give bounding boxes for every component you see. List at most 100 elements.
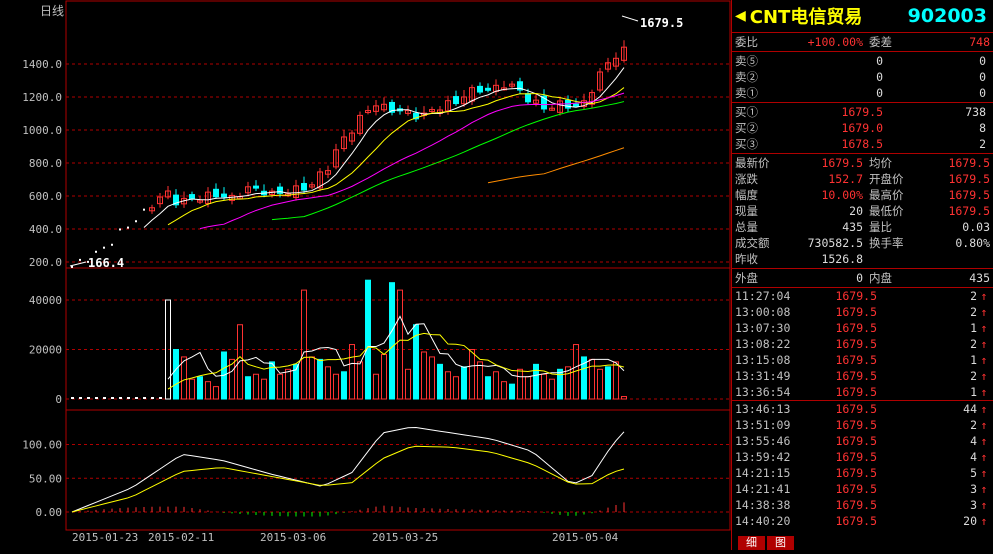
volume-bar[interactable] [341,371,347,400]
candle[interactable] [111,243,113,246]
volume-bar[interactable] [127,397,130,399]
volume-bar[interactable] [453,376,459,400]
volume-bar[interactable] [103,397,106,399]
volume-bar[interactable] [613,361,619,400]
volume-bar[interactable] [95,397,98,399]
candle[interactable] [135,220,137,223]
prev-stock-arrow-icon[interactable]: ◀ [735,8,746,24]
candle[interactable] [213,188,219,198]
volume-bar[interactable] [493,371,499,400]
volume-bar[interactable] [189,378,195,400]
tick-row[interactable]: 13:08:22 1679.5 2 ↑ [732,336,993,352]
volume-bar[interactable] [151,397,154,399]
volume-bar[interactable] [205,381,211,400]
volume-bar[interactable] [245,376,251,400]
volume-bar[interactable] [437,363,443,400]
tick-row[interactable]: 13:15:08 1679.5 1 ↑ [732,352,993,368]
volume-bar[interactable] [501,381,507,400]
volume-bar[interactable] [197,376,203,400]
volume-bar[interactable] [485,376,491,400]
volume-bar[interactable] [253,373,259,400]
tick-row[interactable]: 13:00:08 1679.5 2 ↑ [732,304,993,320]
tick-row[interactable]: 13:59:42 1679.5 4 ↑ [732,449,993,465]
volume-bar[interactable] [589,358,595,400]
volume-bar[interactable] [301,289,307,400]
volume-bar[interactable] [405,368,411,400]
tick-row[interactable]: 14:40:20 1679.5 20 ↑ [732,513,993,529]
candle[interactable] [119,228,121,231]
volume-bar[interactable] [213,386,219,400]
volume-bar[interactable] [159,397,162,399]
volume-bar[interactable] [317,358,323,400]
volume-bar[interactable] [119,397,122,399]
volume-bar[interactable] [469,349,475,400]
volume-bar[interactable] [349,344,355,400]
volume-bar[interactable] [333,373,339,400]
bid-row-3[interactable]: 买③ 1678.5 2 [732,136,993,152]
volume-bar[interactable] [79,397,82,399]
ask-row-1[interactable]: 卖① 0 0 [732,85,993,101]
ask-row-2[interactable]: 卖② 0 0 [732,69,993,85]
volume-bar[interactable] [277,373,283,400]
volume-bar[interactable] [397,289,403,400]
volume-bar[interactable] [597,368,603,400]
volume-bar[interactable] [517,368,523,400]
candlestick-series[interactable] [71,40,627,268]
tick-row[interactable]: 13:46:13 1679.5 44 ↑ [732,401,993,417]
volume-bar[interactable] [445,371,451,400]
tick-row[interactable]: 11:27:04 1679.5 2 ↑ [732,288,993,304]
volume-bar[interactable] [261,378,267,400]
kline-chart-svg[interactable]: 1400.0 1200.0 1000.0 800.0 600.0 400.0 200.0 40… [0,0,731,550]
volume-bar[interactable] [381,353,387,400]
volume-bar[interactable] [389,282,395,400]
volume-bar[interactable] [621,396,627,400]
candle[interactable] [485,87,491,91]
volume-bar[interactable] [309,356,315,400]
volume-bar[interactable] [421,351,427,400]
candle[interactable] [95,250,97,253]
candle[interactable] [103,246,105,249]
volume-bar[interactable] [533,363,539,400]
volume-bar[interactable] [173,349,179,400]
volume-bar[interactable] [541,373,547,400]
volume-bar[interactable] [557,368,563,400]
candle[interactable] [301,183,307,191]
tick-row[interactable]: 13:55:46 1679.5 4 ↑ [732,433,993,449]
kline-chart-area[interactable]: 1400.0 1200.0 1000.0 800.0 600.0 400.0 200.0 40… [0,0,731,550]
volume-bar[interactable] [285,368,291,400]
candle[interactable] [127,226,129,229]
tick-row[interactable]: 13:07:30 1679.5 1 ↑ [732,320,993,336]
candle[interactable] [453,96,459,105]
volume-bar[interactable] [237,324,243,400]
volume-bar[interactable] [135,397,138,399]
volume-bar[interactable] [87,397,90,399]
tick-row[interactable]: 14:38:38 1679.5 3 ↑ [732,497,993,513]
candle[interactable] [525,93,531,103]
volume-bar[interactable] [549,378,555,400]
volume-bar[interactable] [525,376,531,400]
volume-bar[interactable] [325,366,331,400]
tick-row[interactable]: 13:36:54 1679.5 1 ↑ [732,384,993,401]
candle[interactable] [573,103,579,107]
candle[interactable] [221,193,227,198]
volume-bar[interactable] [461,366,467,400]
volume-bar[interactable] [605,366,611,400]
bid-row-2[interactable]: 买② 1679.0 8 [732,120,993,136]
tick-row[interactable]: 14:21:15 1679.5 5 ↑ [732,465,993,481]
volume-bar[interactable] [71,397,74,399]
volume-bar[interactable] [373,373,379,400]
tick-row[interactable]: 13:31:49 1679.5 2 ↑ [732,368,993,384]
tab-chart[interactable]: 图 [767,536,794,550]
period-label[interactable]: 日线 [40,4,64,18]
ask-row-5[interactable]: 卖⑤ 0 0 [732,53,993,69]
volume-bar[interactable] [509,383,515,400]
candle[interactable] [477,85,483,93]
candle[interactable] [253,185,259,189]
tab-detail[interactable]: 细 [738,536,765,550]
volume-bar[interactable] [357,361,363,400]
volume-bar[interactable] [143,397,146,399]
volume-bar[interactable] [111,397,114,399]
candle[interactable] [79,258,81,261]
candle[interactable] [143,208,145,211]
tick-detail-list[interactable]: 11:27:04 1679.5 2 ↑ 13:00:08 1679.5 2 ↑ 13:07:30… [732,288,993,529]
